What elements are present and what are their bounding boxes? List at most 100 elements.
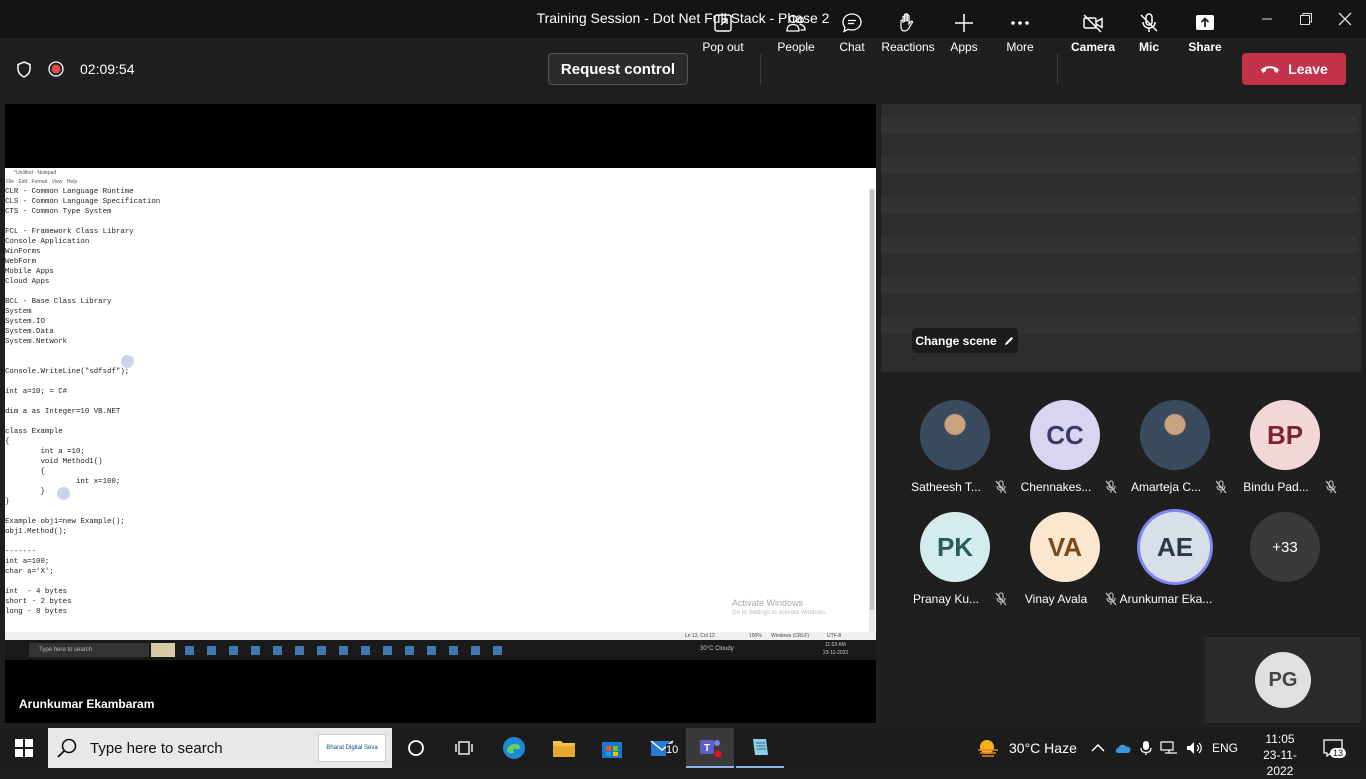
taskbar-teams[interactable]: T — [686, 728, 734, 768]
chat-icon — [842, 13, 862, 33]
activate-windows-title: Activate Windows — [732, 598, 804, 608]
participant-tile[interactable]: CC Chennakes... — [1009, 400, 1119, 510]
muted-mic-icon — [995, 480, 1007, 494]
participant-tile[interactable]: VA Vinay Avala — [1009, 512, 1119, 622]
participant-avatar — [1140, 400, 1210, 470]
camera-off-icon — [1083, 14, 1103, 33]
chevron-up-icon — [1091, 743, 1105, 752]
task-view-icon — [455, 741, 473, 755]
clock-date: 23-11-2022 — [1263, 748, 1297, 778]
taskbar-store[interactable] — [588, 728, 636, 768]
participant-avatar — [920, 400, 990, 470]
cloud-icon — [1115, 744, 1131, 753]
scene-stripe — [881, 236, 1357, 254]
task-view-button[interactable] — [440, 728, 488, 768]
taskbar-search[interactable]: Type here to search Bharat Digital Seva — [48, 728, 392, 768]
recording-icon — [48, 61, 64, 82]
request-control-button[interactable]: Request control — [548, 53, 688, 85]
participant-tile[interactable]: +33 — [1229, 512, 1339, 622]
participant-tile[interactable]: Amarteja C... — [1119, 400, 1229, 510]
more-label: More — [1006, 40, 1034, 54]
weather-widget[interactable]: 30°C Haze — [975, 728, 1077, 768]
shared-weather: 30°C Cloudy — [700, 646, 734, 652]
taskbar-notepad[interactable] — [736, 728, 784, 768]
participant-tile[interactable]: PK Pranay Ku... — [899, 512, 1009, 622]
taskbar-edge[interactable] — [490, 728, 538, 768]
mic-label: Mic — [1138, 40, 1159, 54]
notepad-scrollbar[interactable] — [869, 188, 875, 632]
microphone-icon — [1140, 741, 1152, 755]
microphone-tray-button[interactable] — [1140, 728, 1152, 768]
notification-badge: 13 — [1330, 748, 1347, 758]
toolbar-divider — [760, 54, 761, 84]
more-button[interactable]: More — [992, 6, 1048, 58]
reactions-button[interactable]: Reactions — [880, 6, 936, 58]
participant-avatar: BP — [1250, 400, 1320, 470]
close-button[interactable] — [1322, 0, 1366, 38]
participant-tile[interactable]: BP Bindu Pad... — [1229, 400, 1339, 510]
mic-off-icon — [1140, 13, 1158, 32]
more-icon — [1011, 21, 1029, 25]
scene-stripe — [881, 156, 1357, 174]
people-label: People — [777, 40, 815, 54]
people-button[interactable]: People — [768, 6, 824, 58]
close-icon — [1338, 12, 1352, 26]
store-icon — [602, 742, 622, 758]
taskbar-mail[interactable]: 10 — [638, 728, 686, 768]
participant-avatar: VA — [1030, 512, 1100, 582]
taskbar-clock[interactable]: 11:05 23-11-2022 — [1250, 731, 1310, 779]
status-eol: Windows (CRLF) — [771, 633, 810, 639]
scene-stripe — [881, 276, 1357, 294]
clock-time: 11:05 — [1265, 732, 1295, 746]
share-button[interactable]: Share — [1177, 6, 1233, 58]
camera-label: Camera — [1070, 40, 1116, 54]
volume-button[interactable] — [1186, 728, 1204, 768]
shared-search-banner — [151, 643, 175, 657]
notepad-title: *Untitled - Notepad — [14, 170, 57, 176]
participant-tile[interactable]: Satheesh T... — [899, 400, 1009, 510]
muted-mic-icon — [1105, 480, 1117, 494]
participant-avatar: PK — [920, 512, 990, 582]
leave-button[interactable]: Leave — [1242, 53, 1346, 85]
onedrive-button[interactable] — [1114, 728, 1132, 768]
apps-label: Apps — [950, 40, 978, 54]
apps-button[interactable]: Apps — [936, 6, 992, 58]
participant-name: Arunkumar Eka... — [1119, 592, 1213, 606]
notepad-menu: File Edit Format View Help — [6, 179, 78, 185]
participant-tile[interactable]: AE Arunkumar Eka... — [1119, 512, 1229, 622]
cortana-button[interactable] — [392, 728, 440, 768]
pop-out-button[interactable]: Pop out — [695, 6, 751, 58]
activate-windows-subtitle: Go to Settings to activate Windows. — [732, 610, 827, 616]
pop-out-label: Pop out — [702, 40, 744, 54]
self-avatar: PG — [1255, 652, 1311, 708]
search-icon — [57, 738, 77, 758]
shared-date: 23-11-2022 — [823, 650, 849, 656]
pencil-icon — [1004, 336, 1013, 345]
start-button[interactable] — [0, 728, 48, 768]
chat-button[interactable]: Chat — [824, 6, 880, 58]
change-scene-button[interactable]: Change scene — [912, 328, 1018, 353]
notepad-text: CLR - Common Language Runtime CLS - Comm… — [5, 188, 161, 616]
folder-icon — [553, 741, 575, 757]
mic-button[interactable]: Mic — [1121, 6, 1177, 58]
shared-taskbar: Type here to search 30°C Cloudy 11:03 AM… — [5, 640, 876, 660]
cursor-avatar — [121, 355, 134, 368]
camera-button[interactable]: Camera — [1065, 6, 1121, 58]
reactions-label: Reactions — [881, 40, 935, 54]
network-button[interactable] — [1160, 728, 1178, 768]
restore-icon — [1300, 13, 1312, 25]
status-encoding: UTF-8 — [827, 633, 842, 639]
show-hidden-icons-button[interactable] — [1091, 728, 1105, 768]
change-scene-label: Change scene — [915, 333, 997, 348]
notification-center-button[interactable]: 13 — [1322, 728, 1347, 768]
participant-name: Amarteja C... — [1130, 480, 1202, 494]
sun-haze-icon — [978, 740, 998, 757]
taskbar-file-explorer[interactable] — [540, 728, 588, 768]
scrollbar-thumb[interactable] — [870, 190, 874, 610]
notepad-icon — [753, 739, 768, 755]
leave-label: Leave — [1288, 61, 1328, 77]
mail-badge: 10 — [666, 744, 679, 756]
language-indicator[interactable]: ENG — [1212, 728, 1238, 768]
pop-out-icon — [714, 14, 732, 32]
windows-logo-icon — [15, 739, 33, 757]
